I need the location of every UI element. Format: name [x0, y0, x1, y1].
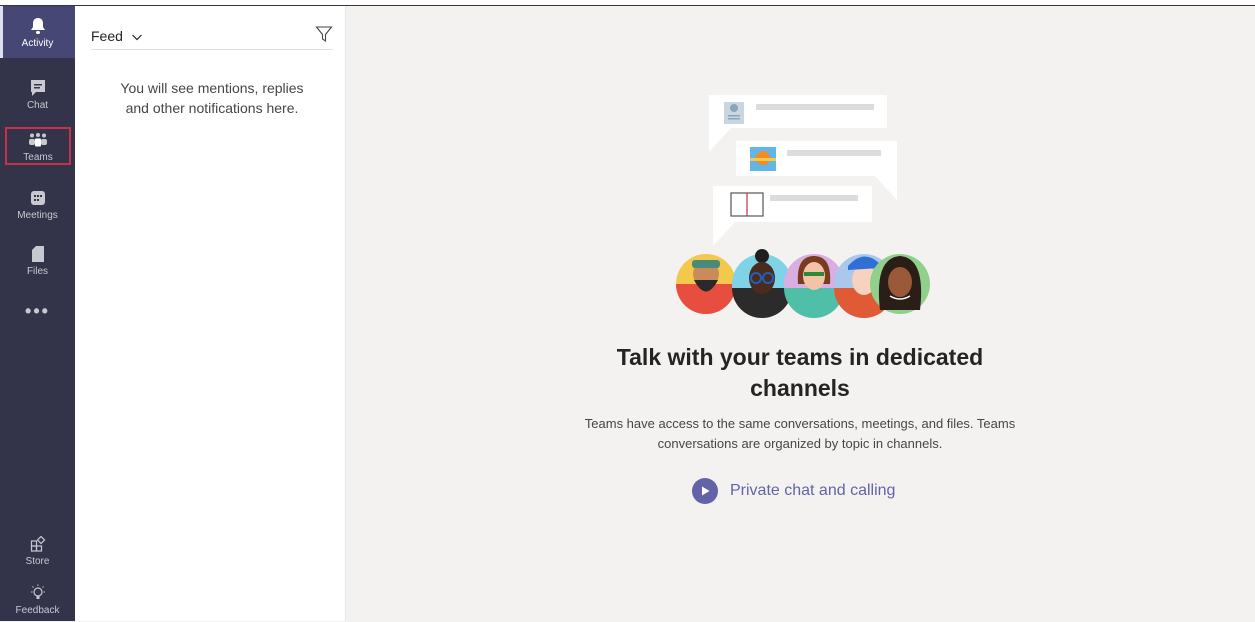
bell-icon	[27, 16, 49, 36]
play-icon	[692, 478, 718, 504]
ellipsis-icon: •••	[25, 300, 50, 321]
rail-label: Meetings	[17, 209, 58, 221]
feed-empty-line-2: and other notifications here.	[125, 100, 299, 116]
feed-empty-message: You will see mentions, replies and other…	[91, 78, 333, 118]
rail-item-files[interactable]: Files	[4, 234, 71, 286]
main-content: Talk with your teams in dedicated channe…	[346, 6, 1255, 621]
feed-title[interactable]: Feed	[91, 28, 123, 44]
feed-header: Feed	[91, 22, 333, 50]
rail-label: Activity	[21, 37, 54, 49]
rail-label: Feedback	[15, 604, 60, 616]
file-icon	[27, 244, 49, 264]
teams-icon	[27, 130, 49, 150]
headline-line-2: channels	[750, 375, 850, 401]
chat-icon	[27, 78, 49, 98]
rail-label: Teams	[23, 151, 53, 163]
description-line-2: conversations are organized by topic in …	[657, 436, 943, 451]
app-rail: Activity Chat Teams Meetings Files ••• S…	[0, 6, 75, 621]
teams-illustration	[674, 88, 930, 318]
rail-label: Files	[26, 265, 49, 277]
private-chat-calling-label: Private chat and calling	[730, 482, 896, 499]
headline-line-1: Talk with your teams in dedicated	[616, 344, 984, 370]
rail-item-chat[interactable]: Chat	[4, 68, 71, 120]
store-icon	[27, 534, 49, 554]
rail-item-store[interactable]: Store	[4, 524, 71, 576]
page-description: Teams have access to the same conversati…	[550, 414, 1050, 454]
rail-item-meetings[interactable]: Meetings	[4, 178, 71, 230]
illustration-card-3	[713, 186, 872, 246]
private-chat-calling-link[interactable]: Private chat and calling	[692, 476, 895, 506]
more-apps-button[interactable]: •••	[4, 296, 71, 326]
activity-feed-pane: Feed You will see mentions, replies and …	[75, 6, 346, 621]
illustration-avatars	[676, 249, 930, 318]
page-headline: Talk with your teams in dedicated channe…	[550, 342, 1050, 404]
rail-item-teams[interactable]: Teams	[5, 127, 71, 165]
rail-label: Store	[25, 555, 50, 567]
calendar-icon	[27, 188, 49, 208]
chevron-down-icon[interactable]	[131, 30, 143, 42]
feed-empty-line-1: You will see mentions, replies	[120, 80, 304, 96]
rail-item-feedback[interactable]: Feedback	[4, 576, 71, 622]
filter-icon[interactable]	[315, 25, 333, 43]
lightbulb-icon	[27, 583, 49, 603]
description-line-1: Teams have access to the same conversati…	[584, 416, 1016, 431]
rail-item-activity[interactable]: Activity	[0, 6, 75, 58]
rail-label: Chat	[26, 99, 49, 111]
